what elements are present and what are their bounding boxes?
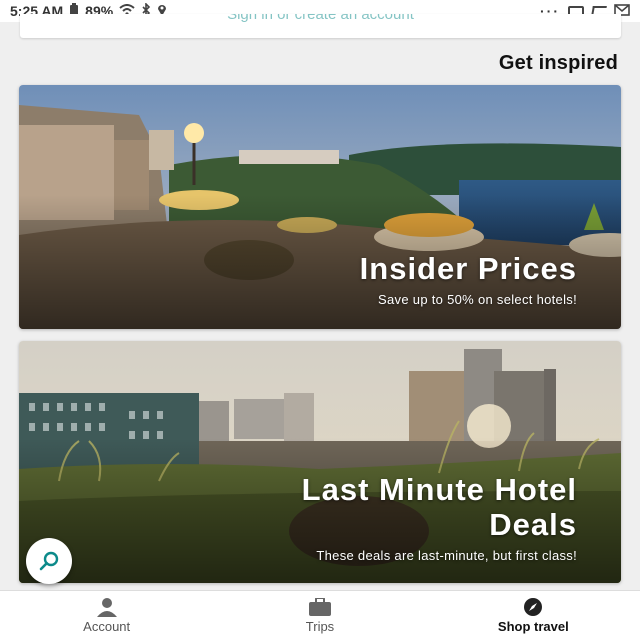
- person-icon: [96, 597, 118, 617]
- signin-link[interactable]: Sign in or create an account: [20, 14, 621, 23]
- suitcase-icon: [308, 597, 332, 617]
- promo-subtitle: Save up to 50% on select hotels!: [378, 292, 577, 307]
- promo-caption: Last Minute Hotel Deals These deals are …: [302, 472, 577, 563]
- promo-title-line-2: Deals: [489, 507, 577, 542]
- bottom-navigation: Account Trips Shop travel: [0, 590, 640, 640]
- nav-trips[interactable]: Trips: [213, 591, 426, 640]
- promo-card-insider-prices[interactable]: Insider Prices Save up to 50% on select …: [19, 85, 621, 329]
- promo-card-last-minute-deals[interactable]: Last Minute Hotel Deals These deals are …: [19, 341, 621, 583]
- promo-title: Insider Prices: [359, 251, 577, 286]
- nav-account-label: Account: [83, 619, 131, 634]
- section-title: Get inspired: [498, 52, 618, 74]
- nav-shop-travel-label: Shop travel: [497, 619, 569, 634]
- search-fab-button[interactable]: [26, 538, 72, 584]
- compass-icon: [523, 597, 543, 617]
- search-icon: [39, 551, 59, 571]
- signin-card[interactable]: Sign in or create an account: [20, 14, 621, 38]
- promo-caption: Insider Prices Save up to 50% on select …: [360, 251, 577, 307]
- nav-trips-label: Trips: [305, 619, 335, 634]
- promo-title-line-1: Last Minute Hotel: [301, 472, 577, 507]
- nav-account[interactable]: Account: [0, 591, 213, 640]
- promo-subtitle: These deals are last-minute, but first c…: [316, 548, 577, 563]
- nav-shop-travel[interactable]: Shop travel: [427, 591, 640, 640]
